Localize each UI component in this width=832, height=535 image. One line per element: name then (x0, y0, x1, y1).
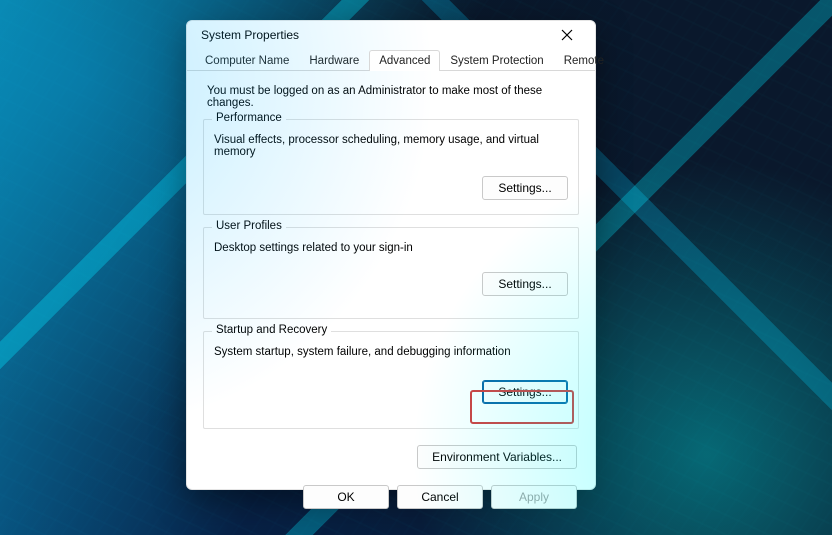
group-user-profiles-desc: Desktop settings related to your sign-in (214, 242, 568, 254)
close-button[interactable] (549, 21, 585, 49)
apply-button[interactable]: Apply (491, 485, 577, 509)
group-startup-recovery: Startup and Recovery System startup, sys… (203, 331, 579, 429)
titlebar: System Properties (187, 21, 595, 49)
admin-note: You must be logged on as an Administrato… (207, 85, 579, 109)
dialog-footer: OK Cancel Apply (187, 475, 595, 523)
group-performance: Performance Visual effects, processor sc… (203, 119, 579, 215)
system-properties-dialog: System Properties Computer Name Hardware… (186, 20, 596, 490)
group-startup-recovery-legend: Startup and Recovery (212, 324, 331, 336)
group-performance-desc: Visual effects, processor scheduling, me… (214, 134, 568, 158)
group-performance-legend: Performance (212, 112, 286, 124)
performance-settings-button[interactable]: Settings... (482, 176, 568, 200)
tab-system-protection[interactable]: System Protection (440, 50, 553, 71)
environment-variables-button[interactable]: Environment Variables... (417, 445, 577, 469)
startup-recovery-settings-button[interactable]: Settings... (482, 380, 568, 404)
window-title: System Properties (201, 28, 549, 42)
close-icon (561, 29, 573, 41)
user-profiles-settings-button[interactable]: Settings... (482, 272, 568, 296)
tab-strip: Computer Name Hardware Advanced System P… (187, 49, 595, 71)
group-user-profiles: User Profiles Desktop settings related t… (203, 227, 579, 319)
tab-remote[interactable]: Remote (554, 50, 614, 71)
ok-button[interactable]: OK (303, 485, 389, 509)
group-startup-recovery-desc: System startup, system failure, and debu… (214, 346, 568, 358)
cancel-button[interactable]: Cancel (397, 485, 483, 509)
tab-hardware[interactable]: Hardware (299, 50, 369, 71)
group-user-profiles-legend: User Profiles (212, 220, 286, 232)
desktop-wallpaper: System Properties Computer Name Hardware… (0, 0, 832, 535)
tab-advanced[interactable]: Advanced (369, 50, 440, 71)
tab-computer-name[interactable]: Computer Name (195, 50, 299, 71)
tab-panel-advanced: You must be logged on as an Administrato… (187, 71, 595, 475)
